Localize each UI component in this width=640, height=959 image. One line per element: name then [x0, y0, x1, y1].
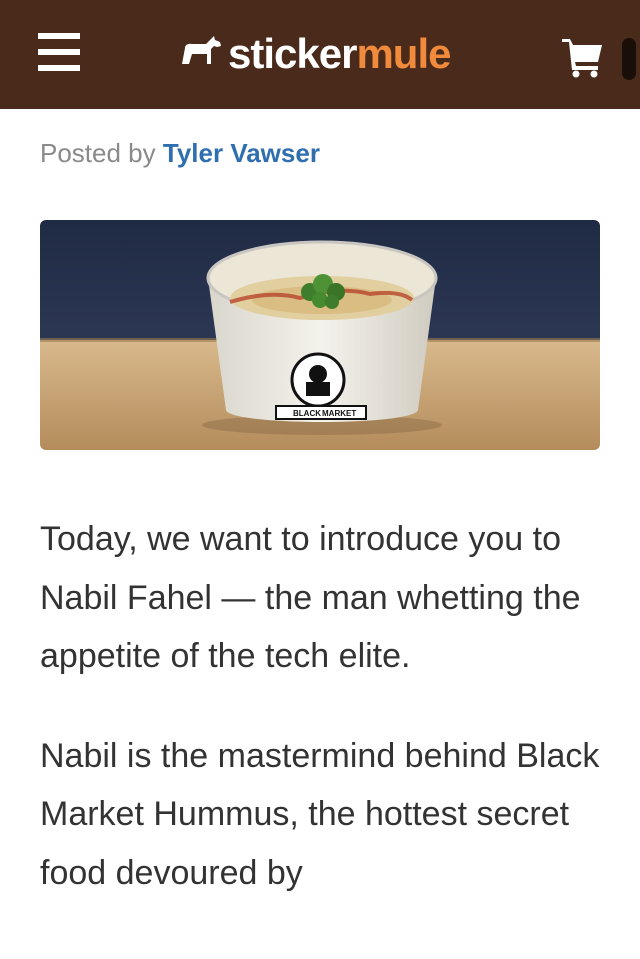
author-link[interactable]: Tyler Vawser — [163, 138, 320, 168]
article-paragraph: Today, we want to introduce you to Nabil… — [40, 520, 581, 675]
brand-name-part1: sticker — [228, 30, 357, 77]
menu-line — [38, 33, 80, 39]
cart-icon[interactable] — [560, 36, 604, 78]
article-paragraph: Nabil is the mastermind behind Black Mar… — [40, 736, 600, 892]
top-navigation-bar: sticker mule — [0, 0, 640, 109]
brand-logo[interactable]: sticker mule — [178, 26, 451, 82]
byline-prefix: Posted by — [40, 138, 156, 168]
hero-label-right: MARKET — [322, 409, 356, 418]
hero-image: BLACK MARKET — [40, 220, 600, 450]
menu-line — [38, 65, 80, 71]
menu-icon[interactable] — [38, 31, 80, 73]
brand-name-part2: mule — [356, 30, 451, 77]
article-body: Today, we want to introduce you to Nabil… — [40, 510, 600, 943]
menu-line — [38, 49, 80, 55]
post-byline: Posted by Tyler Vawser — [40, 138, 320, 169]
mule-logo-icon — [182, 36, 221, 64]
hero-label-left: BLACK — [293, 409, 321, 418]
scroll-indicator — [622, 38, 636, 80]
